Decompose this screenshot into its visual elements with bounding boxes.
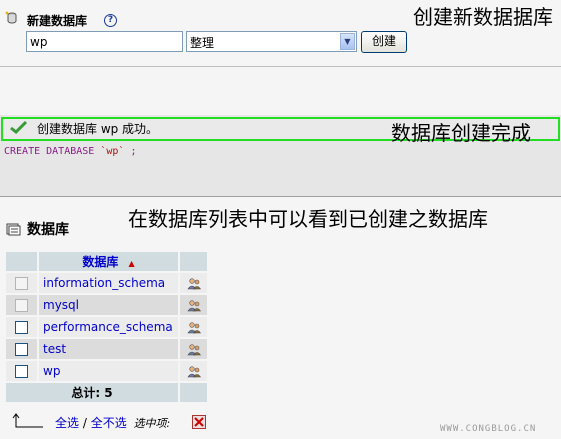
table-row: mysql	[6, 295, 207, 315]
new-database-icon	[5, 11, 17, 24]
table-header-row: 数据库 ▲	[6, 252, 207, 271]
table-row: performance_schema	[6, 317, 207, 337]
success-message: 创建数据库 wp 成功。	[37, 122, 159, 136]
collation-value: 整理	[190, 36, 215, 50]
table-total-row: 总计: 5	[6, 383, 207, 402]
databases-heading: 数据库	[27, 222, 69, 238]
watermark: WWW.CONGBLOG.CN	[440, 424, 537, 434]
help-icon[interactable]: ?	[104, 14, 117, 27]
check-privileges-icon[interactable]	[186, 277, 201, 290]
row-checkbox[interactable]	[15, 321, 28, 334]
database-link[interactable]: wp	[43, 364, 60, 378]
select-all-link[interactable]: 全选	[55, 416, 79, 430]
table-row: wp	[6, 361, 207, 381]
column-header-label[interactable]: 数据库	[82, 255, 118, 269]
total-count: 总计: 5	[6, 383, 178, 402]
database-link[interactable]: performance_schema	[43, 320, 173, 334]
table-header-actions	[180, 252, 207, 271]
table-header-checkbox	[6, 252, 37, 271]
sort-ascending-icon: ▲	[128, 259, 135, 268]
database-link[interactable]: mysql	[43, 298, 79, 312]
annotation-create-new: 创建新数据据库	[413, 5, 553, 29]
sql-query: CREATE DATABASE `wp` ;	[4, 146, 137, 157]
divider	[0, 66, 561, 67]
row-checkbox[interactable]	[15, 343, 28, 356]
create-button[interactable]: 创建	[361, 31, 407, 53]
drop-icon[interactable]	[192, 415, 206, 429]
collation-select[interactable]: 整理 ▼	[186, 31, 357, 52]
selection-controls: 全选 / 全不选 选中项:	[55, 414, 170, 431]
sql-keyword: CREATE DATABASE	[4, 146, 95, 157]
table-header-database[interactable]: 数据库 ▲	[39, 252, 178, 271]
checkmark-icon	[10, 120, 27, 134]
divider	[0, 196, 561, 197]
annotation-visible-in-list: 在数据库列表中可以看到已创建之数据库	[128, 207, 488, 231]
sql-terminator: ;	[130, 146, 137, 157]
with-selected-label: 选中项:	[133, 417, 171, 430]
database-link[interactable]: information_schema	[43, 276, 165, 290]
row-checkbox[interactable]	[15, 365, 28, 378]
table-row: test	[6, 339, 207, 359]
check-privileges-icon[interactable]	[186, 365, 201, 378]
databases-icon	[6, 223, 21, 236]
check-privileges-icon[interactable]	[186, 321, 201, 334]
create-database-title: 新建数据库	[27, 14, 88, 28]
database-name-input[interactable]	[26, 31, 183, 52]
table-row: information_schema	[6, 273, 207, 293]
separator: /	[82, 416, 87, 430]
check-privileges-icon[interactable]	[186, 299, 201, 312]
annotation-created-done: 数据库创建完成	[391, 121, 531, 145]
row-checkbox	[15, 299, 28, 312]
row-checkbox	[15, 277, 28, 290]
database-link[interactable]: test	[43, 342, 66, 356]
select-none-link[interactable]: 全不选	[91, 416, 127, 430]
databases-table: 数据库 ▲ information_schema mysql performan…	[4, 250, 209, 404]
arrow-up-left-icon	[12, 413, 43, 428]
check-privileges-icon[interactable]	[186, 343, 201, 356]
chevron-down-icon[interactable]: ▼	[340, 33, 355, 50]
sql-database-name: `wp`	[100, 146, 125, 157]
